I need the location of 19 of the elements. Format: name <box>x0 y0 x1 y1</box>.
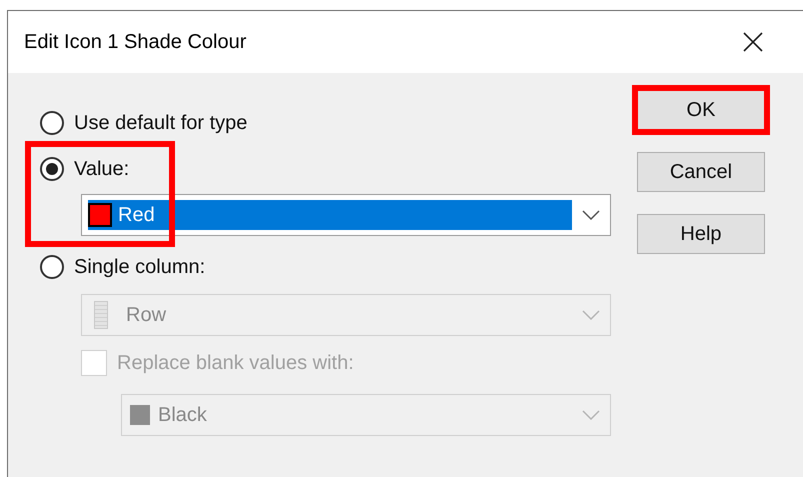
chevron-down-icon <box>582 210 600 220</box>
dialog-button[interactable]: Help <box>637 214 765 254</box>
option-label: Use default for type <box>74 111 248 136</box>
dropdown-value: Row <box>126 303 166 328</box>
checkbox-label: Replace blank values with: <box>117 351 354 376</box>
radio-button[interactable] <box>40 255 64 279</box>
dropdown-value: Red <box>118 203 155 228</box>
option-label: Single column: <box>74 255 206 280</box>
dropdown-value: Black <box>158 403 207 428</box>
radio-button[interactable] <box>40 157 64 181</box>
option-label: Value: <box>74 157 130 182</box>
close-icon[interactable] <box>743 32 763 52</box>
dropdown[interactable]: Red <box>81 194 611 236</box>
dialog-button[interactable]: Cancel <box>637 152 765 192</box>
radio-button[interactable] <box>40 111 64 135</box>
window-title: Edit Icon 1 Shade Colour <box>24 30 246 55</box>
chevron-down-icon <box>582 310 600 320</box>
chevron-down-icon <box>582 410 600 420</box>
column-icon <box>94 301 108 329</box>
